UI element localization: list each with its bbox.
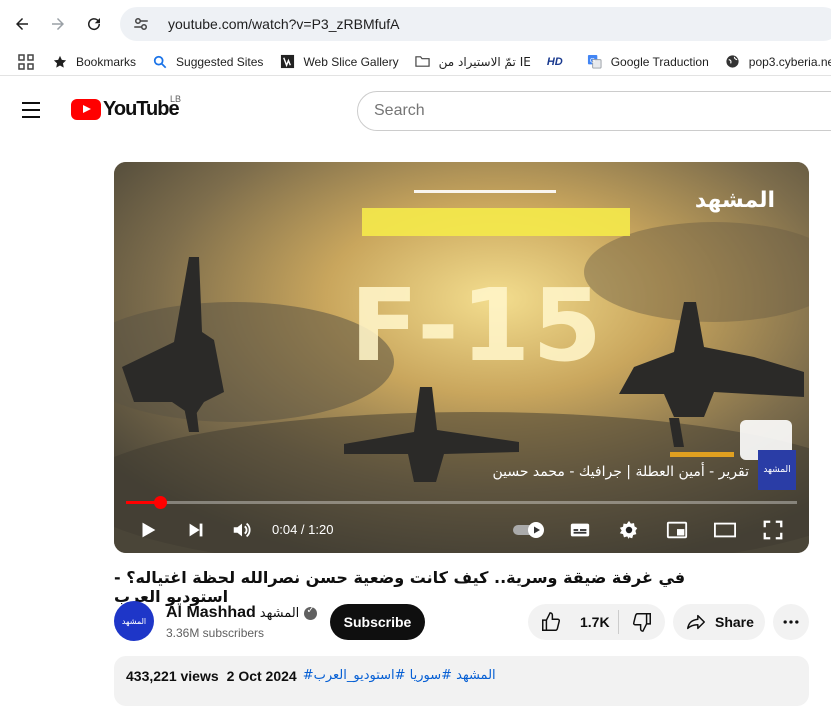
bookmark-label: Bookmarks [76, 54, 137, 69]
svg-text:G: G [590, 57, 595, 64]
youtube-header: YouTube LB Search [0, 82, 831, 138]
bookmark-label: Web Slice Gallery [303, 54, 399, 69]
bookmark-label: Google Traduction [610, 54, 709, 69]
video-credit-text: تقرير - أمين العطلة | جرافيك - محمد حسين [492, 464, 749, 480]
player-controls: 0:04 / 1:20 [114, 512, 809, 548]
browser-toolbar: youtube.com/watch?v=P3_zRBMfufA [0, 0, 831, 48]
subtitles-icon [570, 523, 590, 537]
translate-icon: G [587, 54, 603, 70]
share-label: Share [715, 614, 754, 630]
progress-scrubber[interactable] [153, 496, 167, 509]
bookmarks-bar: Bookmarks Suggested Sites Web Slice Gall… [0, 48, 831, 76]
upload-date: 2 Oct 2024 [226, 668, 297, 684]
skip-next-icon [189, 523, 203, 537]
volume-icon [233, 522, 251, 538]
autoplay-toggle-icon [513, 522, 544, 538]
video-player[interactable]: المشهد F-15 تقرير - أمين العطلة | جرافيك… [114, 162, 809, 553]
like-count: 1.7K [580, 614, 610, 630]
dislike-button[interactable] [619, 604, 665, 640]
autoplay-toggle[interactable] [512, 518, 548, 542]
search-icon [152, 54, 168, 70]
like-button[interactable]: 1.7K [528, 604, 618, 640]
search-input[interactable]: Search [357, 91, 831, 131]
reload-icon [88, 18, 101, 31]
bookmark-ie-import-folder[interactable]: تمّ الاستيراد من IE [415, 54, 531, 70]
arrow-left-icon [16, 18, 28, 30]
web-slice-icon [279, 54, 295, 70]
menu-button[interactable] [22, 96, 50, 124]
volume-button[interactable] [228, 518, 256, 542]
fullscreen-icon [763, 520, 783, 540]
channel-name-row[interactable]: Al Mashhad المشهد [166, 604, 318, 622]
next-button[interactable] [182, 518, 210, 542]
hashtags[interactable]: #المشهد #سوريا #استوديو_العرب [303, 668, 496, 683]
subscribe-button[interactable]: Subscribe [330, 604, 425, 640]
fullscreen-button[interactable] [759, 518, 787, 542]
youtube-play-icon [71, 99, 101, 120]
arrow-right-icon [52, 18, 64, 30]
play-button[interactable] [134, 518, 162, 542]
country-code: LB [170, 94, 182, 104]
share-button[interactable]: Share [673, 604, 765, 640]
bookmark-label: Suggested Sites [176, 54, 264, 69]
bookmark-google-traduction[interactable]: G Google Traduction [587, 54, 709, 70]
globe-icon [725, 54, 741, 70]
back-button[interactable] [4, 6, 40, 42]
subscriber-count: 3.36M subscribers [166, 626, 265, 640]
subtitles-button[interactable] [566, 518, 594, 542]
miniplayer-icon [666, 521, 688, 539]
star-icon [52, 54, 68, 70]
video-title: في غرفة ضيقة وسرية.. كيف كانت وضعية حسن … [114, 568, 686, 606]
miniplayer-button[interactable] [663, 518, 691, 542]
bookmark-hd[interactable]: HD [547, 54, 571, 70]
theater-mode-button[interactable] [711, 518, 739, 542]
progress-bar[interactable] [126, 496, 797, 509]
reload-button[interactable] [76, 6, 112, 42]
channel-name[interactable]: Al Mashhad [166, 604, 256, 622]
view-count: 433,221 views [126, 668, 219, 684]
channel-watermark[interactable]: المشهد [758, 450, 796, 490]
logo-text: YouTube [103, 98, 180, 120]
channel-avatar[interactable]: المشهد [114, 601, 154, 641]
apps-grid-icon[interactable] [18, 53, 34, 70]
bookmark-bookmarks[interactable]: Bookmarks [52, 54, 136, 70]
time-display: 0:04 / 1:20 [272, 522, 334, 537]
bookmark-pop3-cyberia[interactable]: pop3.cyberia.net.lb [725, 54, 831, 70]
share-icon [687, 614, 705, 630]
site-settings-icon[interactable] [132, 15, 150, 33]
bookmark-label: تمّ الاستيراد من IE [438, 54, 531, 69]
bookmark-label: pop3.cyberia.net.lb [748, 54, 831, 69]
youtube-logo[interactable]: YouTube LB [71, 94, 181, 121]
video-big-text: F-15 [350, 267, 604, 384]
description-box[interactable]: 433,221 views 2 Oct 2024 #المشهد #سوريا … [114, 656, 809, 706]
url-text: youtube.com/watch?v=P3_zRBMfufA [168, 16, 400, 32]
thumbs-up-icon [542, 612, 561, 631]
more-actions-button[interactable] [773, 604, 809, 640]
video-brand-overlay: المشهد [694, 188, 775, 213]
address-bar[interactable]: youtube.com/watch?v=P3_zRBMfufA [120, 7, 831, 41]
gear-icon [619, 520, 638, 540]
forward-button[interactable] [40, 6, 76, 42]
bookmark-suggested-sites[interactable]: Suggested Sites [152, 54, 263, 70]
play-icon [142, 522, 156, 538]
theater-mode-icon [714, 522, 736, 538]
verified-badge-icon [304, 605, 318, 620]
folder-icon [415, 54, 431, 70]
more-horizontal-icon [783, 620, 799, 624]
channel-name-arabic: المشهد [259, 605, 300, 621]
hd-icon: HD [546, 55, 563, 68]
settings-button[interactable] [615, 518, 643, 542]
thumbs-down-icon [632, 613, 651, 632]
like-dislike-group: 1.7K [528, 604, 665, 640]
bookmark-web-slice-gallery[interactable]: Web Slice Gallery [279, 54, 399, 70]
